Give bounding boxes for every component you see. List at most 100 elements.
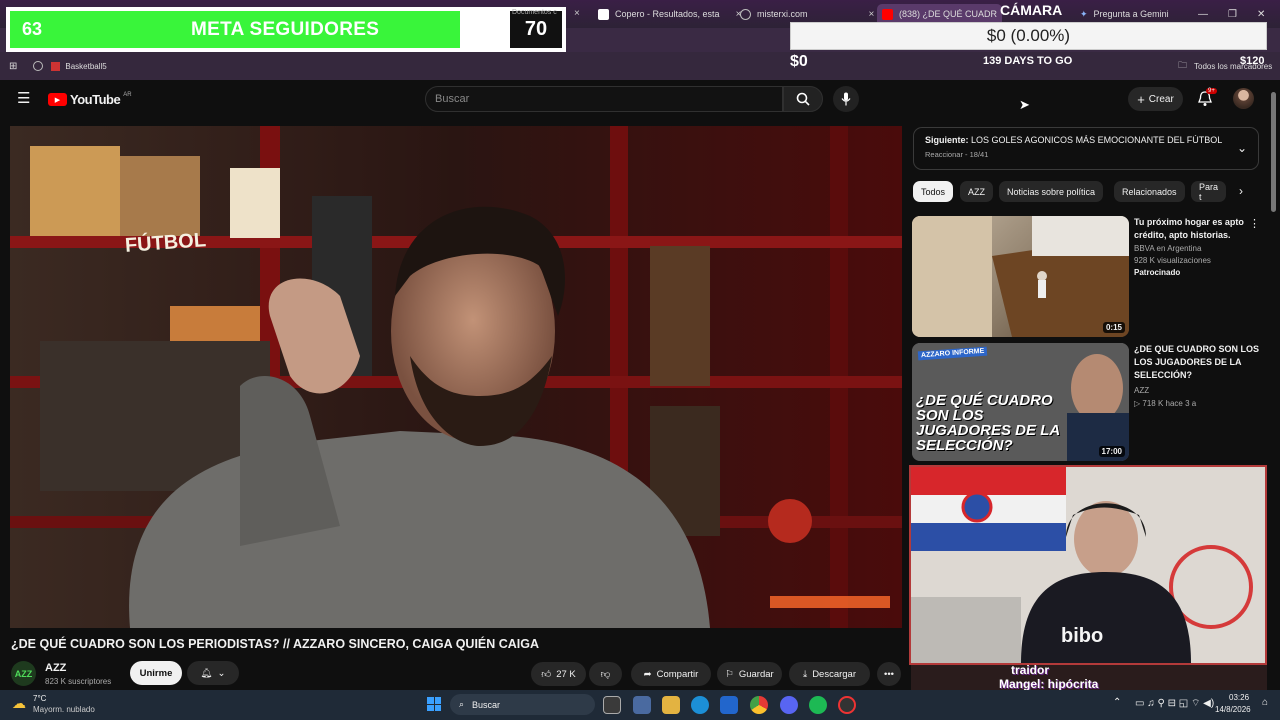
windows-start-icon[interactable] bbox=[427, 697, 441, 711]
share-button[interactable]: ➦ Compartir bbox=[631, 662, 711, 686]
tab-gemini[interactable]: ✦ Pregunta a Gemini bbox=[1080, 4, 1169, 24]
tab-copero[interactable]: Copero - Resultados, esta × bbox=[598, 4, 741, 24]
chip-politica[interactable]: Noticias sobre política bbox=[999, 181, 1104, 202]
chip-label: Todos bbox=[921, 186, 946, 197]
chevron-up-icon[interactable]: ⌃ bbox=[1113, 697, 1121, 708]
settings-icon[interactable] bbox=[633, 696, 651, 714]
window-close-icon[interactable]: ✕ bbox=[1257, 9, 1265, 20]
up-next-card[interactable]: Siguiente: LOS GOLES AGONICOS MÁS EMOCIO… bbox=[913, 127, 1259, 170]
clock-time[interactable]: 03:26 bbox=[1229, 693, 1249, 702]
chip-relacionados[interactable]: Relacionados bbox=[1114, 181, 1185, 202]
thumbs-down-icon: 👎︎ bbox=[600, 669, 611, 680]
more-vertical-icon[interactable]: ⋮ bbox=[1249, 217, 1260, 230]
up-next-label: Siguiente: bbox=[925, 135, 969, 145]
chip-label: AZZ bbox=[968, 186, 985, 197]
scrollbar-thumb[interactable] bbox=[1271, 92, 1276, 212]
notification-center-icon[interactable]: ⌂ bbox=[1262, 697, 1268, 708]
video-thumbnail-bbva[interactable]: 0:15 bbox=[912, 216, 1129, 337]
dislike-button[interactable]: 👎︎ bbox=[589, 662, 622, 686]
tray-icons[interactable]: ▭ ♫ ⚲ ⊟ ◱ ⌔ ◀) bbox=[1135, 697, 1214, 710]
spotify-icon[interactable] bbox=[809, 696, 827, 714]
obs-icon[interactable] bbox=[838, 696, 856, 714]
chrome-icon[interactable] bbox=[750, 696, 768, 714]
video-title[interactable]: ¿DE QUE CUADRO SON LOS LOS JUGADORES DE … bbox=[1134, 343, 1264, 382]
download-button[interactable]: ⤓ Descargar bbox=[789, 662, 870, 686]
camera-label: CÁMARA bbox=[1000, 2, 1063, 18]
save-button[interactable]: ⚐ Guardar bbox=[717, 662, 782, 686]
youtube-play-icon: ▶ bbox=[48, 93, 67, 106]
video-views: 928 K visualizaciones bbox=[1134, 256, 1211, 265]
video-frame bbox=[10, 126, 902, 628]
bookmarks-bar: ⊞ Basketball5 🗀 Todos los marcadores bbox=[0, 52, 1280, 80]
video-player[interactable]: FÚTBOL bbox=[10, 126, 902, 628]
plus-icon: + bbox=[1137, 91, 1145, 107]
channel-avatar[interactable]: AZZ bbox=[11, 661, 36, 686]
tab-label: (838) ¿DE QUÉ CUADR bbox=[899, 9, 998, 19]
folder-icon: 🗀 bbox=[1178, 60, 1188, 70]
chip-todos[interactable]: Todos bbox=[913, 181, 954, 202]
store-icon[interactable] bbox=[720, 696, 738, 714]
video-channel[interactable]: BBVA en Argentina bbox=[1134, 244, 1201, 253]
file-explorer-icon[interactable] bbox=[662, 696, 680, 714]
tab-misterxi[interactable]: misterxi.com × bbox=[740, 4, 874, 24]
weather-temp[interactable]: 7°C bbox=[33, 694, 46, 703]
minimize-icon[interactable]: — bbox=[1198, 9, 1208, 20]
donation-current: $0 bbox=[790, 53, 808, 70]
like-count: 27 K bbox=[556, 668, 576, 680]
clock-date[interactable]: 14/8/2026 bbox=[1215, 705, 1251, 714]
discord-icon[interactable] bbox=[780, 696, 798, 714]
bell-icon: 🔔︎ bbox=[200, 667, 213, 679]
webcam-overlay: bibo bbox=[909, 465, 1267, 665]
video-views: 718 K bbox=[1142, 399, 1164, 408]
follower-goal-target: 70 bbox=[510, 11, 562, 48]
edge-icon[interactable] bbox=[691, 696, 709, 714]
tab-youtube-active[interactable]: (838) ¿DE QUÉ CUADR bbox=[877, 4, 1003, 24]
menu-icon[interactable]: ☰ bbox=[17, 91, 30, 106]
thumbnail-text: ¿DE QUÉ CUADRO SON LOS JUGADORES DE LA S… bbox=[916, 392, 1060, 454]
search-input[interactable]: Buscar bbox=[425, 86, 783, 112]
join-label: Unirme bbox=[139, 667, 173, 679]
bookmark-basketball[interactable]: Basketball5 bbox=[65, 62, 106, 71]
close-icon[interactable]: × bbox=[869, 9, 875, 20]
taskbar-search[interactable]: ⌕ Buscar bbox=[450, 694, 595, 715]
voice-search-button[interactable] bbox=[833, 86, 859, 112]
notification-badge: 9+ bbox=[1206, 88, 1217, 94]
globe-icon bbox=[740, 8, 751, 20]
youtube-wordmark: YouTube bbox=[70, 92, 121, 107]
globe-icon[interactable] bbox=[33, 61, 44, 71]
channel-name[interactable]: AZZ bbox=[45, 662, 66, 674]
tab-documentos-label: Documentos c bbox=[512, 9, 557, 16]
video-thumbnail-azz[interactable]: AZZARO INFORME ¿DE QUÉ CUADRO SON LOS JU… bbox=[912, 343, 1129, 461]
search-icon: ⌕ bbox=[459, 699, 465, 709]
download-label: Descargar bbox=[812, 668, 857, 680]
close-icon[interactable]: × bbox=[574, 8, 580, 19]
search-button[interactable] bbox=[783, 86, 823, 112]
create-button[interactable]: + Crear bbox=[1128, 87, 1183, 111]
avatar[interactable] bbox=[1233, 88, 1254, 109]
video-title[interactable]: Tu próximo hogar es apto crédito, apto h… bbox=[1134, 216, 1264, 242]
chevron-down-icon: ⌄ bbox=[217, 667, 226, 679]
subscribed-bell-button[interactable]: 🔔︎ ⌄ bbox=[187, 661, 239, 685]
maximize-icon[interactable]: ❐ bbox=[1228, 9, 1237, 20]
mouse-cursor-icon: ➤ bbox=[1019, 97, 1030, 112]
bookmark-favicon-icon bbox=[51, 61, 61, 71]
chevron-down-icon[interactable]: ⌄ bbox=[1237, 141, 1247, 155]
tab-label: misterxi.com bbox=[757, 9, 808, 19]
chip-para-ti[interactable]: Para t bbox=[1191, 181, 1226, 202]
follower-goal-label: META SEGUIDORES bbox=[191, 19, 380, 40]
task-view-icon[interactable] bbox=[603, 696, 621, 714]
like-button[interactable]: 👍︎ 27 K bbox=[531, 662, 586, 686]
apps-grid-icon[interactable]: ⊞ bbox=[9, 61, 17, 72]
chip-label: Noticias sobre política bbox=[1007, 186, 1096, 197]
search-icon bbox=[796, 92, 810, 106]
youtube-logo[interactable]: ▶ YouTube AR bbox=[48, 92, 132, 107]
chip-azz[interactable]: AZZ bbox=[960, 181, 993, 202]
sponsored-label: Patrocinado bbox=[1134, 268, 1181, 277]
video-channel[interactable]: AZZ bbox=[1134, 386, 1149, 395]
chevron-right-icon[interactable]: › bbox=[1239, 184, 1243, 198]
save-label: Guardar bbox=[738, 668, 774, 680]
more-actions-button[interactable]: ••• bbox=[877, 662, 901, 686]
notifications-button[interactable]: 9+ bbox=[1197, 88, 1217, 112]
share-icon: ➦ bbox=[643, 668, 652, 680]
join-button[interactable]: Unirme bbox=[130, 661, 182, 685]
